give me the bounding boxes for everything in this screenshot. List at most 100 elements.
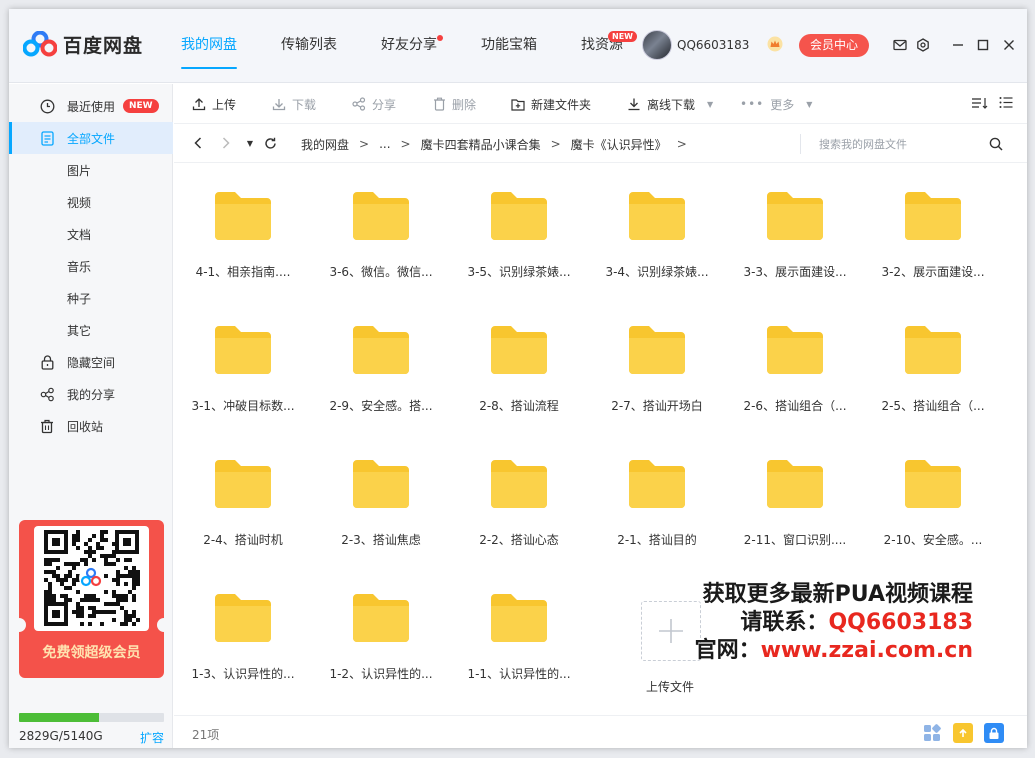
folder-item[interactable]: 2-8、搭讪流程 [455,298,583,418]
watermark-promo: 获取更多最新PUA视频课程 请联系：QQ6603183 官网：www.zzai.… [613,581,973,665]
expand-storage-link[interactable]: 扩容 [140,729,164,746]
main-nav: 我的网盘 传输列表 好友分享 功能宝箱 找资源 NEW [181,9,667,83]
folder-item[interactable]: 1-1、认识异性的... [455,566,583,686]
folder-item[interactable]: 3-4、识别绿茶婊... [593,164,721,284]
folder-icon [629,192,685,240]
list-view-button[interactable] [999,84,1013,124]
nav-tab-transfer-list[interactable]: 传输列表 [281,9,337,83]
promo-qr-card[interactable]: 免费领超级会员 [19,520,164,678]
breadcrumb-item[interactable]: 我的网盘 [301,136,349,153]
folder-item[interactable]: 2-9、安全感。搭... [317,298,445,418]
lock-icon [39,354,55,370]
app-grid-icon[interactable] [922,723,942,743]
folder-item[interactable]: 2-4、搭讪时机 [179,432,307,552]
nav-tab-friend-share[interactable]: 好友分享 [381,9,443,83]
offline-download-button[interactable]: 离线下载 ▼ [627,84,713,124]
search-box [800,134,1010,154]
folder-item[interactable]: 2-11、窗口识别.... [731,432,859,552]
history-dropdown-icon[interactable]: ▼ [243,136,257,150]
breadcrumb-item[interactable]: 魔卡四套精品小课合集 [421,136,541,153]
folder-name: 2-1、搭讪目的 [617,533,697,547]
forward-icon[interactable] [219,136,233,150]
sidebar-item-music[interactable]: 音乐 [9,250,173,282]
sidebar-item-label: 视频 [67,195,92,210]
username[interactable]: QQ6603183 [677,38,749,52]
folder-item[interactable]: 3-2、展示面建设... [869,164,997,284]
delete-button[interactable]: 删除 [432,84,476,124]
folder-item[interactable]: 4-1、相亲指南.... [179,164,307,284]
sidebar-item-my-shares[interactable]: 我的分享 [9,378,173,410]
back-icon[interactable] [191,136,205,150]
folder-item[interactable]: 2-10、安全感。... [869,432,997,552]
folder-item[interactable]: 1-3、认识异性的... [179,566,307,686]
folder-name: 4-1、相亲指南.... [195,265,291,279]
folder-icon [491,326,547,374]
folder-icon [215,460,271,508]
folder-item[interactable]: 2-1、搭讪目的 [593,432,721,552]
breadcrumb-item[interactable]: 魔卡《认识异性》 [571,136,667,153]
card-notch [157,618,164,632]
cloud-logo-icon [23,31,57,57]
status-bar: 21项 [174,715,1027,748]
upload-folder-icon[interactable] [953,723,973,743]
close-icon[interactable] [1001,37,1017,53]
sidebar-item-other[interactable]: 其它 [9,314,173,346]
sort-button[interactable] [971,84,988,124]
watermark-contact-value: QQ6603183 [828,610,973,635]
search-input[interactable] [819,134,979,154]
folder-name: 2-4、搭讪时机 [203,533,283,547]
promo-caption: 免费领超级会员 [42,645,141,661]
folder-icon [629,326,685,374]
sidebar-item-videos[interactable]: 视频 [9,186,173,218]
download-button[interactable]: 下载 [272,84,316,124]
app-logo[interactable]: 百度网盘 [23,29,143,59]
folder-item[interactable]: 2-7、搭讪开场白 [593,298,721,418]
more-button[interactable]: ••• 更多 ▼ [740,84,812,124]
sidebar-item-label: 其它 [67,323,92,338]
sidebar-item-documents[interactable]: 文档 [9,218,173,250]
folder-icon [767,192,823,240]
avatar[interactable] [642,30,672,60]
search-icon[interactable] [989,137,1003,151]
refresh-icon[interactable] [263,136,277,150]
sidebar-item-images[interactable]: 图片 [9,154,173,186]
folder-item[interactable]: 2-3、搭讪焦虑 [317,432,445,552]
folder-icon [353,594,409,642]
sidebar-item-all-files[interactable]: 全部文件 [9,122,173,154]
upload-label: 上传 [212,97,237,112]
more-dots-icon: ••• [740,97,765,111]
nav-tab-find-resources[interactable]: 找资源 NEW [581,9,637,83]
share-button[interactable]: 分享 [352,84,396,124]
share-icon [352,97,366,111]
mail-icon[interactable] [892,37,908,53]
sidebar-item-torrents[interactable]: 种子 [9,282,173,314]
member-center-button[interactable]: 会员中心 [799,34,869,57]
sidebar: 最近使用 NEW 全部文件 图片 视频 文档 音乐 种子 其它 隐藏空间 我的分… [9,84,173,748]
folder-item[interactable]: 3-6、微信。微信... [317,164,445,284]
sidebar-item-recycle-bin[interactable]: 回收站 [9,410,173,442]
settings-icon[interactable] [915,37,931,53]
sidebar-item-hidden-space[interactable]: 隐藏空间 [9,346,173,378]
nav-tab-toolbox[interactable]: 功能宝箱 [481,9,537,83]
folder-item[interactable]: 3-1、冲破目标数... [179,298,307,418]
folder-item[interactable]: 2-2、搭讪心态 [455,432,583,552]
folder-name: 2-11、窗口识别.... [743,533,847,547]
folder-item[interactable]: 2-5、搭讪组合（... [869,298,997,418]
safe-box-icon[interactable] [984,723,1004,743]
folder-item[interactable]: 3-3、展示面建设... [731,164,859,284]
breadcrumb-item[interactable]: ... [379,137,390,151]
vip-crown-icon[interactable] [767,36,783,52]
sidebar-item-recent[interactable]: 最近使用 NEW [9,90,173,122]
upload-button[interactable]: 上传 [192,84,236,124]
minimize-icon[interactable] [950,37,966,53]
more-label: 更多 [770,97,795,112]
folder-icon [629,460,685,508]
new-badge: NEW [608,31,637,42]
folder-item[interactable]: 2-6、搭讪组合（... [731,298,859,418]
folder-item[interactable]: 3-5、识别绿茶婊... [455,164,583,284]
folder-item[interactable]: 1-2、认识异性的... [317,566,445,686]
folder-name: 3-5、识别绿茶婊... [467,265,571,279]
new-folder-button[interactable]: 新建文件夹 [511,84,591,124]
nav-tab-my-drive[interactable]: 我的网盘 [181,9,237,83]
maximize-icon[interactable] [975,37,991,53]
